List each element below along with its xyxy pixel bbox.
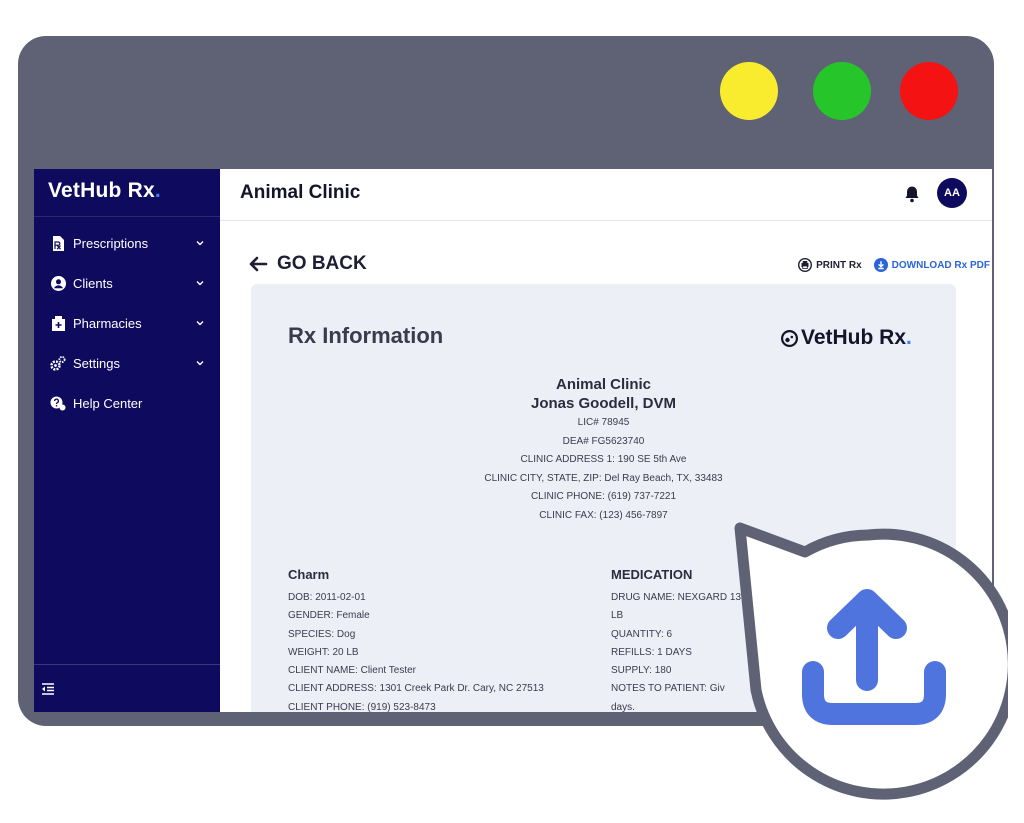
sidebar-nav: Prescriptions Clients Pharmacies Setting… — [34, 217, 220, 423]
print-rx-button[interactable]: PRINT Rx — [798, 258, 862, 272]
patient-weight: WEIGHT: 20 LB — [288, 646, 359, 658]
sidebar-item-settings[interactable]: Settings — [34, 343, 220, 383]
sidebar-item-label: Settings — [73, 355, 120, 371]
clinic-address: CLINIC ADDRESS 1: 190 SE 5th Ave — [520, 454, 687, 465]
prescription-icon — [50, 235, 66, 251]
clinic-phone: CLINIC PHONE: (619) 737-7221 — [530, 491, 677, 502]
paw-logo-icon — [781, 329, 798, 347]
page-title: Animal Clinic — [240, 182, 361, 203]
download-circle-icon — [873, 258, 888, 272]
upload-callout-bubble — [734, 522, 1008, 800]
help-center-icon — [50, 395, 66, 411]
sidebar-item-label: Help Center — [73, 395, 143, 411]
sidebar-item-label: Prescriptions — [73, 235, 149, 251]
clinic-details: Animal Clinic Jonas Goodell, DVM LIC# 78… — [251, 375, 956, 525]
veterinarian-name: Jonas Goodell, DVM — [530, 395, 677, 412]
clinic-dea: DEA# FG5623740 — [562, 435, 645, 447]
client-phone: CLIENT PHONE: (919) 523-8473 — [288, 701, 436, 712]
client-name: CLIENT NAME: Client Tester — [288, 665, 417, 677]
logo-accent: . — [906, 326, 912, 349]
sidebar: VetHub Rx. Prescriptions Clients Pharmac… — [34, 169, 220, 712]
print-rx-label: PRINT Rx — [816, 259, 862, 271]
window-maximize-button[interactable] — [813, 62, 871, 120]
printer-icon — [798, 258, 813, 272]
brand-text: VetHub Rx — [48, 179, 155, 202]
brand-logo[interactable]: VetHub Rx. — [34, 169, 220, 217]
patient-name: Charm — [288, 567, 330, 582]
window-close-button[interactable] — [900, 62, 958, 120]
window-minimize-button[interactable] — [720, 62, 778, 120]
sidebar-item-pharmacies[interactable]: Pharmacies — [34, 303, 220, 343]
patient-species: SPECIES: Dog — [288, 628, 356, 640]
client-address: CLIENT ADDRESS: 1301 Creek Park Dr. Cary… — [288, 683, 544, 695]
vethub-logo: VetHub Rx. — [781, 326, 912, 350]
chevron-down-icon — [196, 361, 204, 366]
sidebar-item-prescriptions[interactable]: Prescriptions — [34, 223, 220, 263]
go-back-label: GO BACK — [277, 253, 367, 274]
user-circle-icon — [50, 275, 66, 291]
arrow-left-icon — [249, 256, 268, 272]
clinic-name: Animal Clinic — [555, 376, 652, 393]
rx-information-title: Rx Information — [288, 323, 444, 348]
brand-accent: . — [154, 179, 161, 202]
chevron-down-icon — [196, 321, 204, 326]
pharmacy-icon — [50, 315, 66, 331]
avatar[interactable]: AA — [937, 178, 967, 208]
patient-dob: DOB: 2011-02-01 — [288, 592, 366, 603]
sidebar-item-label: Clients — [73, 275, 113, 291]
patient-gender: GENDER: Female — [288, 610, 370, 622]
sidebar-item-clients[interactable]: Clients — [34, 263, 220, 303]
collapse-sidebar-icon[interactable] — [40, 681, 56, 697]
gears-icon — [50, 355, 66, 371]
bell-icon[interactable] — [904, 185, 920, 203]
clinic-city-state-zip: CLINIC CITY, STATE, ZIP: Del Ray Beach, … — [484, 472, 723, 484]
download-rx-pdf-button[interactable]: DOWNLOAD Rx PDF — [873, 258, 990, 272]
top-header: Animal Clinic AA — [220, 169, 992, 221]
patient-details: Charm DOB: 2011-02-01 GENDER: Female SPE… — [288, 567, 588, 712]
logo-text: VetHub Rx — [801, 326, 907, 349]
clinic-license: LIC# 78945 — [577, 417, 630, 428]
rx-actions: PRINT Rx DOWNLOAD Rx PDF — [798, 258, 990, 272]
sidebar-item-help-center[interactable]: Help Center — [34, 383, 220, 423]
chevron-down-icon — [196, 241, 204, 246]
sidebar-footer — [34, 664, 220, 712]
go-back-button[interactable]: GO BACK — [248, 253, 367, 275]
chevron-down-icon — [196, 281, 204, 286]
download-rx-label: DOWNLOAD Rx PDF — [891, 259, 990, 271]
sidebar-item-label: Pharmacies — [73, 315, 142, 331]
